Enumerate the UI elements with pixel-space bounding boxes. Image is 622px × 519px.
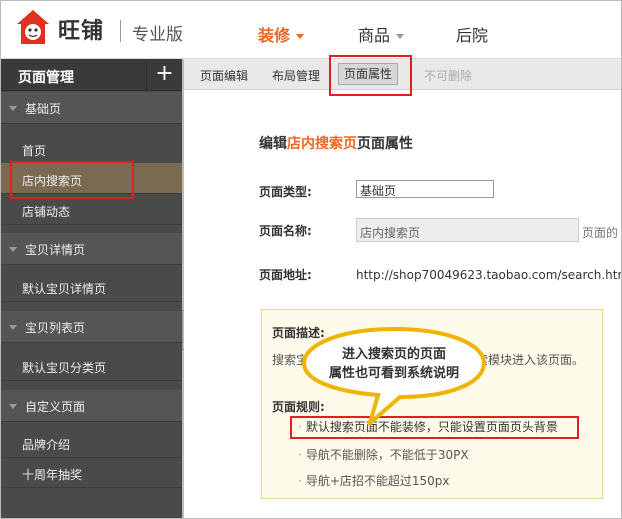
caret-down-icon — [9, 404, 17, 409]
sidebar: 页面管理 + 基础页 首页 店内搜索页 店铺动态 宝贝详情页 默认宝贝详情页 宝… — [0, 59, 182, 519]
sidebar-group-label: 宝贝列表页 — [25, 321, 86, 335]
highlight-box-sidebar — [10, 161, 134, 199]
chevron-down-icon — [396, 34, 405, 39]
title-prefix: 编辑 — [259, 136, 287, 152]
bullet-icon: · — [298, 474, 302, 488]
rule-item: · 导航不能删除，不能低于30PX — [298, 446, 469, 463]
sidebar-item-brand-intro[interactable]: 品牌介绍 — [0, 427, 182, 458]
add-page-button[interactable]: + — [146, 59, 182, 91]
bullet-icon: · — [298, 448, 302, 462]
page-name-field[interactable]: 店内搜索页 — [356, 218, 579, 242]
page-type-field[interactable]: 基础页 — [356, 180, 494, 198]
page-type-label: 页面类型: — [259, 185, 312, 199]
top-header: 旺铺 专业版 装修 商品 后院 — [0, 0, 622, 59]
nav-goods-label: 商品 — [358, 26, 391, 45]
sidebar-group-label: 宝贝详情页 — [25, 243, 86, 257]
sidebar-group-label: 基础页 — [25, 102, 62, 116]
sidebar-group-basic[interactable]: 基础页 — [0, 92, 182, 124]
sidebar-item-home[interactable]: 首页 — [0, 133, 182, 164]
sidebar-group-custom[interactable]: 自定义页面 — [0, 390, 182, 422]
sidebar-item-default-detail[interactable]: 默认宝贝详情页 — [0, 271, 182, 302]
sidebar-item-label: 品牌介绍 — [22, 438, 71, 452]
rule-item: · 导航+店招不能超过150px — [298, 472, 450, 489]
caret-down-icon — [9, 106, 17, 111]
caret-down-icon — [9, 325, 17, 330]
sidebar-item-label: 店铺动态 — [22, 205, 71, 219]
nav-goods[interactable]: 商品 — [358, 22, 405, 46]
title-page-name: 店内搜索页 — [287, 136, 357, 152]
sidebar-item-label: 默认宝贝分类页 — [22, 361, 107, 375]
callout-line-2: 属性也可看到系统说明 — [328, 366, 459, 381]
sidebar-item-default-category[interactable]: 默认宝贝分类页 — [0, 350, 182, 381]
wangpu-logo-icon[interactable] — [15, 8, 51, 46]
caret-down-icon — [9, 247, 17, 252]
sidebar-group-label: 自定义页面 — [25, 400, 86, 414]
header-divider — [120, 20, 121, 42]
rule-text: 导航+店招不能超过150px — [305, 474, 450, 488]
callout-text: 进入搜索页的页面 属性也可看到系统说明 — [314, 345, 474, 383]
sidebar-item-anniversary-lottery[interactable]: 十周年抽奖 — [0, 457, 182, 488]
title-suffix: 页面属性 — [357, 136, 413, 152]
brand-name: 旺铺 — [58, 19, 105, 44]
page-url-value: http://shop70049623.taobao.com/search.ht… — [356, 268, 622, 282]
tab-delete-disabled: 不可删除 — [424, 69, 473, 83]
properties-panel: 编辑店内搜索页页面属性 页面类型: 基础页 页面名称: 店内搜索页 页面的 页面… — [184, 90, 622, 519]
tab-layout-manage[interactable]: 布局管理 — [272, 67, 320, 84]
sidebar-title: 页面管理 — [18, 70, 74, 86]
nav-backyard[interactable]: 后院 — [456, 22, 488, 46]
tab-page-edit[interactable]: 页面编辑 — [200, 67, 248, 84]
callout-bubble: 进入搜索页的页面 属性也可看到系统说明 — [300, 325, 488, 425]
page-url-label: 页面地址: — [259, 268, 312, 282]
highlight-box-tab — [329, 55, 412, 96]
nav-decorate-label: 装修 — [258, 26, 291, 45]
sidebar-group-detail[interactable]: 宝贝详情页 — [0, 233, 182, 265]
page-title: 编辑店内搜索页页面属性 — [259, 133, 413, 153]
callout-line-1: 进入搜索页的页面 — [341, 347, 446, 362]
sidebar-item-label: 首页 — [22, 144, 47, 158]
page-name-hint: 页面的 — [582, 226, 619, 240]
sidebar-item-label: 默认宝贝详情页 — [22, 282, 107, 296]
chevron-down-icon — [296, 34, 305, 39]
nav-backyard-label: 后院 — [456, 26, 489, 45]
page-name-label: 页面名称: — [259, 224, 312, 238]
rule-text: 导航不能删除，不能低于30PX — [305, 448, 469, 462]
sidebar-group-list[interactable]: 宝贝列表页 — [0, 311, 182, 343]
edition-label: 专业版 — [132, 25, 183, 45]
sidebar-header: 页面管理 + — [0, 59, 182, 91]
nav-decorate[interactable]: 装修 — [258, 22, 305, 46]
sidebar-item-label: 十周年抽奖 — [22, 468, 83, 482]
